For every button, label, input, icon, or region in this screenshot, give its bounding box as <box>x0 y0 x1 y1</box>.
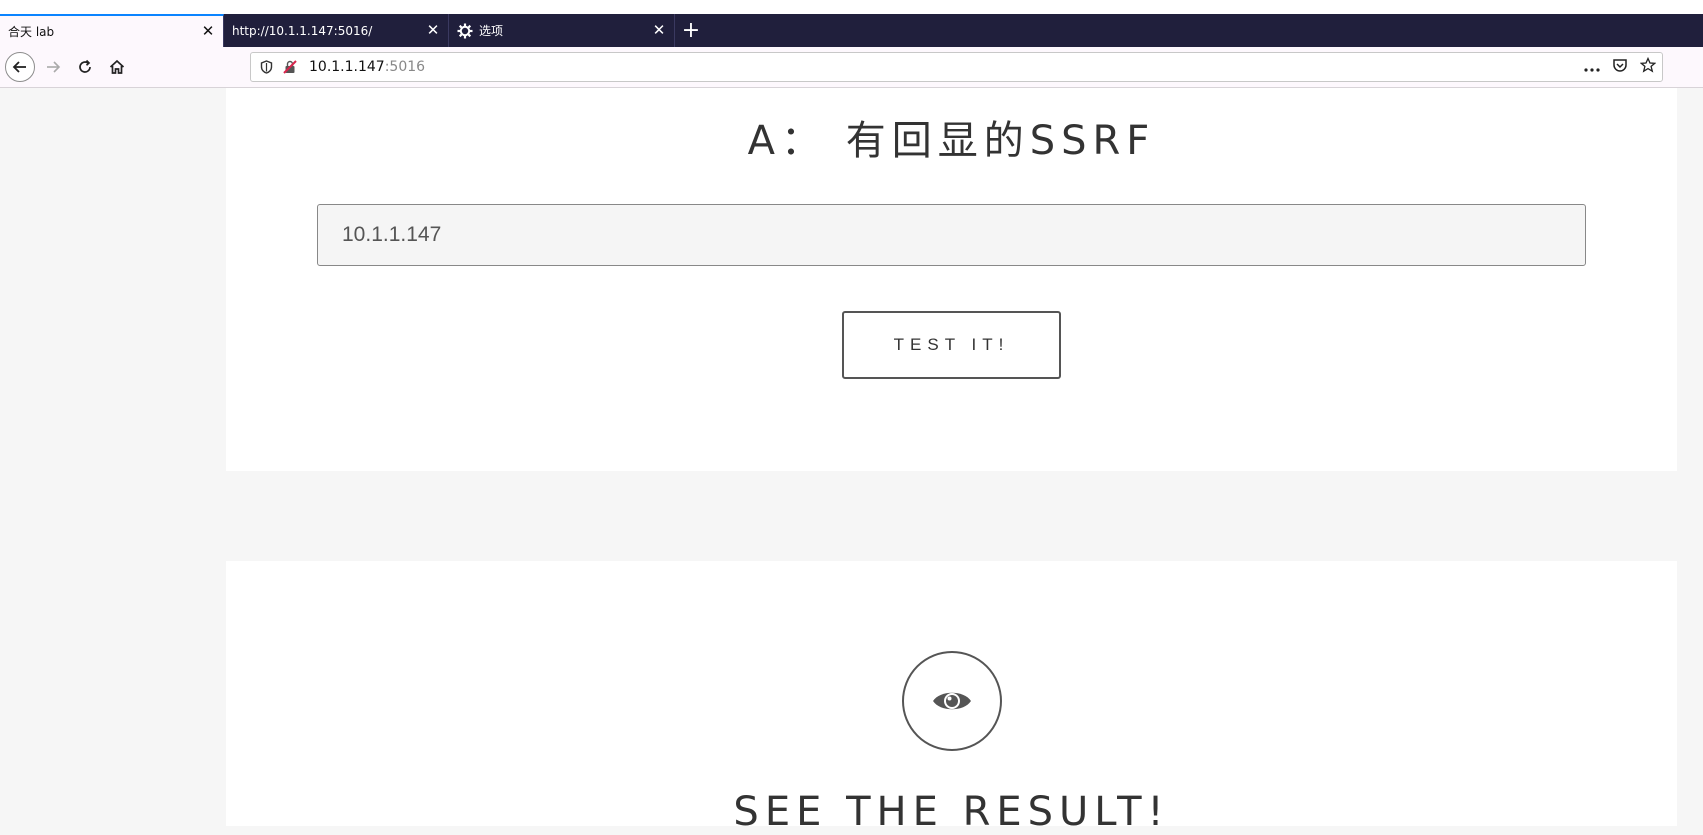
tab-bar: 合天 lab ✕ http://10.1.1.147:5016/ ✕ 选项 ✕ … <box>0 14 1703 47</box>
tracking-protection-shield-icon[interactable] <box>255 60 277 74</box>
home-icon <box>109 59 125 74</box>
arrow-right-icon <box>47 61 61 73</box>
back-button[interactable] <box>5 52 35 82</box>
tab-title: http://10.1.1.147:5016/ <box>232 23 373 38</box>
tab-url[interactable]: http://10.1.1.147:5016/ ✕ <box>224 14 449 47</box>
test-it-button[interactable]: TEST IT! <box>842 311 1061 379</box>
navigation-toolbar: 10.1.1.147:5016 <box>0 47 1703 88</box>
close-tab-icon[interactable]: ✕ <box>201 24 215 39</box>
page-actions-menu-icon[interactable] <box>1584 58 1600 77</box>
url-port: :5016 <box>384 59 426 75</box>
result-card: SEE THE RESULT! <box>226 561 1677 835</box>
url-input[interactable]: 10.1.1.147 <box>317 204 1586 266</box>
gear-icon <box>457 23 473 39</box>
url-text: 10.1.1.147:5016 <box>309 59 425 75</box>
pocket-icon[interactable] <box>1612 57 1628 77</box>
tab-options[interactable]: 选项 ✕ <box>449 14 675 47</box>
page-right-margin <box>1677 88 1703 826</box>
arrow-left-icon <box>12 61 26 73</box>
forward-button[interactable] <box>38 52 68 82</box>
result-heading: SEE THE RESULT! <box>733 789 1170 835</box>
address-bar[interactable]: 10.1.1.147:5016 <box>250 52 1663 82</box>
close-tab-icon[interactable]: ✕ <box>426 23 440 38</box>
new-tab-button[interactable]: + <box>676 14 706 47</box>
close-tab-icon[interactable]: ✕ <box>652 23 666 38</box>
ssrf-form-card: A： 有回显的SSRF 10.1.1.147 TEST IT! <box>226 88 1677 471</box>
eye-icon <box>933 692 971 710</box>
insecure-connection-icon[interactable] <box>279 60 301 74</box>
result-icon-circle <box>902 651 1002 751</box>
home-button[interactable] <box>102 52 132 82</box>
tab-title: 合天 lab <box>8 25 55 39</box>
window-top-strip <box>0 0 1703 14</box>
bookmark-star-icon[interactable] <box>1639 56 1657 77</box>
url-host: 10.1.1.147 <box>309 59 385 75</box>
tab-title: 选项 <box>479 24 504 38</box>
reload-icon <box>79 59 91 73</box>
page-title: A： 有回显的SSRF <box>747 118 1156 164</box>
reload-button[interactable] <box>70 52 100 82</box>
tab-hetian-lab[interactable]: 合天 lab ✕ <box>0 14 224 47</box>
